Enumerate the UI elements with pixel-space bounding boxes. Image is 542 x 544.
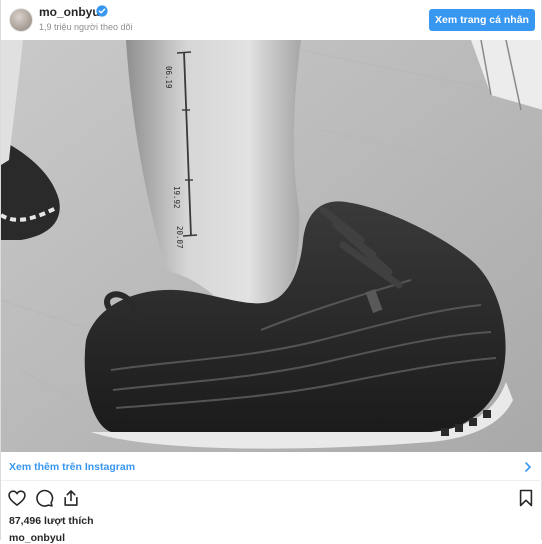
divider [1, 480, 542, 481]
post-header: mo_onbyul 1,9 triệu người theo dõi Xem t… [1, 0, 542, 40]
share-icon[interactable] [61, 488, 81, 508]
tattoo-date-2: 19.92 [172, 186, 181, 209]
tattoo-date-3: 20.07 [175, 226, 184, 249]
view-profile-button[interactable]: Xem trang cá nhân [429, 9, 535, 31]
verified-badge-icon [96, 5, 108, 17]
view-more-link[interactable]: Xem thêm trên Instagram [9, 461, 135, 473]
avatar[interactable] [9, 8, 33, 32]
follower-count: 1,9 triệu người theo dõi [39, 22, 133, 32]
action-bar [1, 488, 542, 510]
bookmark-icon[interactable] [516, 488, 536, 508]
comment-icon[interactable] [34, 488, 54, 508]
caption-username[interactable]: mo_onbyul [9, 532, 65, 544]
post-photo[interactable]: 06.19 19.92 20.07 [1, 40, 542, 452]
heart-icon[interactable] [7, 488, 27, 508]
like-count[interactable]: 87,496 lượt thích [9, 515, 94, 527]
tattoo-date-1: 06.19 [164, 66, 173, 89]
chevron-right-icon[interactable] [521, 460, 535, 474]
username[interactable]: mo_onbyul [39, 5, 103, 19]
instagram-embed: mo_onbyul 1,9 triệu người theo dõi Xem t… [0, 0, 542, 544]
